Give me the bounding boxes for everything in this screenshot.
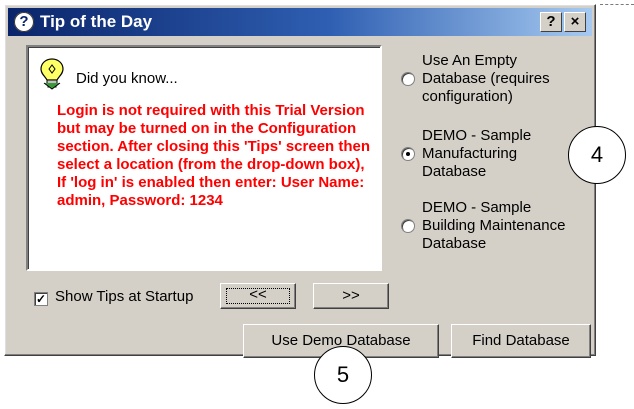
window-title: Tip of the Day <box>40 12 153 31</box>
step-callout-5: 5 <box>314 346 372 404</box>
help-icon: ? <box>14 12 34 32</box>
tip-panel: Did you know... Login is not required wi… <box>26 45 382 271</box>
tip-heading: Did you know... <box>76 70 178 87</box>
radio-label: DEMO - Sample Building Maintenance Datab… <box>422 199 566 252</box>
lightbulb-icon <box>40 58 64 90</box>
tip-of-the-day-dialog: ? Tip of the Day ? × Did you know... Log… <box>4 4 596 358</box>
find-database-button[interactable]: Find Database <box>451 324 591 358</box>
tip-text: Login is not required with this Trial Ve… <box>57 102 371 209</box>
help-button[interactable]: ? <box>540 12 562 32</box>
radio-button-selected[interactable] <box>401 147 415 161</box>
radio-label: Use An Empty Database (requires configur… <box>422 52 550 105</box>
next-tip-button[interactable]: >> <box>313 283 389 309</box>
title-bar[interactable]: ? Tip of the Day ? × <box>8 8 592 36</box>
radio-button[interactable] <box>401 72 415 86</box>
previous-tip-button[interactable]: << <box>220 283 296 309</box>
dashed-border-line <box>600 4 634 5</box>
close-button[interactable]: × <box>564 12 586 32</box>
focus-rectangle <box>226 288 290 304</box>
step-callout-4: 4 <box>568 126 626 184</box>
radio-label: DEMO - Sample Manufacturing Database <box>422 127 532 180</box>
radio-button[interactable] <box>401 219 415 233</box>
show-tips-checkbox[interactable]: ✓ <box>34 292 48 306</box>
show-tips-label[interactable]: Show Tips at Startup <box>55 288 193 305</box>
